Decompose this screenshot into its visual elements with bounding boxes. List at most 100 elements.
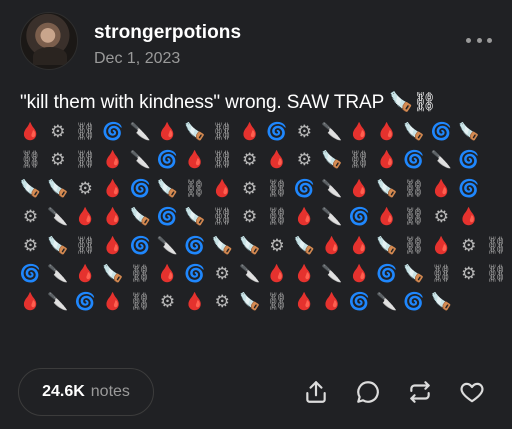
- drop-emoji: 🩸: [266, 264, 290, 285]
- username[interactable]: strongerpotions: [94, 22, 241, 44]
- chain-emoji: ⛓: [403, 178, 428, 199]
- notes-label: notes: [90, 383, 130, 400]
- knife-emoji: 🔪: [321, 264, 345, 285]
- chain-emoji: ⛓: [266, 178, 291, 199]
- saw-emoji: 🪚: [321, 150, 345, 171]
- reply-icon[interactable]: [352, 376, 384, 408]
- gear-emoji: ⚙: [77, 178, 96, 199]
- knife-emoji: 🔪: [47, 207, 71, 228]
- emoji-row: 🌀 🔪 🩸 🪚 ⛓ 🩸 🌀 ⚙ 🔪 🩸 🩸 🔪 🩸 🌀 🪚 ⛓ ⚙ ⛓: [18, 260, 507, 288]
- chain-emoji: ⛓: [266, 292, 291, 313]
- heart-icon[interactable]: [456, 376, 488, 408]
- chain-emoji: ⛓: [211, 150, 236, 171]
- saw-emoji: 🪚: [430, 292, 455, 313]
- saw-emoji: 🪚: [403, 122, 427, 142]
- knife-emoji: 🔪: [375, 292, 400, 313]
- saw-emoji: 🪚: [184, 207, 208, 228]
- gear-emoji: ⚙: [269, 235, 288, 256]
- saw-emoji: 🪚: [239, 235, 263, 256]
- share-icon[interactable]: [300, 376, 332, 408]
- knife-emoji: 🔪: [129, 150, 154, 171]
- drop-emoji: 🩸: [430, 178, 455, 199]
- saw-emoji: 🪚: [102, 264, 126, 285]
- gear-emoji: ⚙: [433, 207, 452, 228]
- spiral-emoji: 🌀: [19, 264, 44, 285]
- notes-button[interactable]: 24.6K notes: [18, 368, 154, 416]
- gear-emoji: ⚙: [461, 235, 479, 256]
- post-actions: [300, 376, 488, 408]
- gear-emoji: ⚙: [214, 292, 233, 313]
- spiral-emoji: 🌀: [403, 150, 427, 171]
- knife-emoji: 🔪: [129, 122, 154, 142]
- drop-emoji: 🩸: [102, 207, 126, 228]
- saw-emoji: 🪚: [293, 235, 318, 256]
- saw-emoji: 🪚: [239, 292, 263, 313]
- drop-emoji: 🩸: [102, 235, 126, 256]
- spiral-emoji: 🌀: [184, 235, 208, 256]
- chain-emoji: ⛓: [485, 235, 510, 256]
- gear-emoji: ⚙: [50, 150, 68, 171]
- drop-emoji: 🩸: [156, 122, 181, 142]
- spiral-emoji: 🌀: [129, 235, 154, 256]
- spiral-emoji: 🌀: [458, 178, 482, 199]
- gear-emoji: ⚙: [296, 122, 315, 142]
- chain-emoji: ⛓: [485, 264, 510, 285]
- drop-emoji: 🩸: [74, 264, 99, 285]
- drop-emoji: 🩸: [321, 292, 345, 313]
- notes-count: 24.6K: [42, 383, 85, 400]
- drop-emoji: 🩸: [348, 235, 373, 256]
- gear-emoji: ⚙: [296, 150, 315, 171]
- emoji-row: 🩸 ⚙ ⛓ 🌀 🔪 🩸 🪚 ⛓ 🩸 🌀 ⚙ 🔪 🩸 🩸 🪚 🌀 🪚: [18, 118, 479, 146]
- spiral-emoji: 🌀: [348, 207, 373, 228]
- saw-emoji: 🪚: [47, 235, 71, 256]
- chain-emoji: ⛓: [403, 207, 428, 228]
- gear-emoji: ⚙: [214, 264, 233, 285]
- knife-emoji: 🔪: [321, 122, 345, 142]
- gear-emoji: ⚙: [22, 235, 41, 256]
- saw-emoji: 🪚: [375, 178, 400, 199]
- saw-emoji: 🪚: [19, 178, 44, 199]
- spiral-emoji: 🌀: [430, 122, 455, 142]
- chain-emoji: ⛓: [266, 207, 291, 228]
- drop-emoji: 🩸: [74, 207, 99, 228]
- drop-emoji: 🩸: [19, 292, 44, 313]
- gear-emoji: ⚙: [242, 178, 260, 199]
- saw-emoji: 🪚: [47, 178, 71, 199]
- post-footer: 24.6K notes: [18, 364, 494, 418]
- chain-emoji: ⛓: [211, 122, 236, 142]
- avatar[interactable]: [20, 12, 78, 70]
- chain-emoji: ⛓: [74, 122, 99, 142]
- drop-emoji: 🩸: [211, 178, 236, 199]
- drop-emoji: 🩸: [321, 235, 345, 256]
- gear-emoji: ⚙: [159, 292, 178, 313]
- post-text: "kill them with kindness" wrong. SAW TRA…: [20, 92, 437, 113]
- spiral-emoji: 🌀: [156, 207, 181, 228]
- knife-emoji: 🔪: [321, 178, 345, 199]
- gear-emoji: ⚙: [22, 207, 41, 228]
- drop-emoji: 🩸: [184, 150, 208, 171]
- post-header: strongerpotions Dec 1, 2023: [20, 12, 492, 74]
- saw-emoji: 🪚: [184, 122, 208, 142]
- reblog-icon[interactable]: [404, 376, 436, 408]
- saw-emoji: 🪚: [129, 207, 154, 228]
- spiral-emoji: 🌀: [403, 292, 427, 313]
- knife-emoji: 🔪: [321, 207, 345, 228]
- knife-emoji: 🔪: [47, 264, 71, 285]
- spiral-emoji: 🌀: [184, 264, 208, 285]
- chain-emoji: ⛓: [19, 150, 44, 171]
- post-date[interactable]: Dec 1, 2023: [94, 50, 180, 68]
- more-icon[interactable]: [466, 36, 492, 44]
- spiral-emoji: 🌀: [129, 178, 154, 199]
- gear-emoji: ⚙: [242, 207, 260, 228]
- saw-emoji: 🪚: [375, 235, 400, 256]
- drop-emoji: 🩸: [266, 150, 290, 171]
- spiral-emoji: 🌀: [266, 122, 290, 142]
- spiral-emoji: 🌀: [348, 292, 373, 313]
- drop-emoji: 🩸: [102, 178, 126, 199]
- chain-emoji: ⛓: [74, 235, 99, 256]
- drop-emoji: 🩸: [293, 207, 318, 228]
- drop-emoji: 🩸: [348, 122, 373, 142]
- drop-emoji: 🩸: [293, 292, 318, 313]
- drop-emoji: 🩸: [239, 122, 263, 142]
- gear-emoji: ⚙: [50, 122, 68, 142]
